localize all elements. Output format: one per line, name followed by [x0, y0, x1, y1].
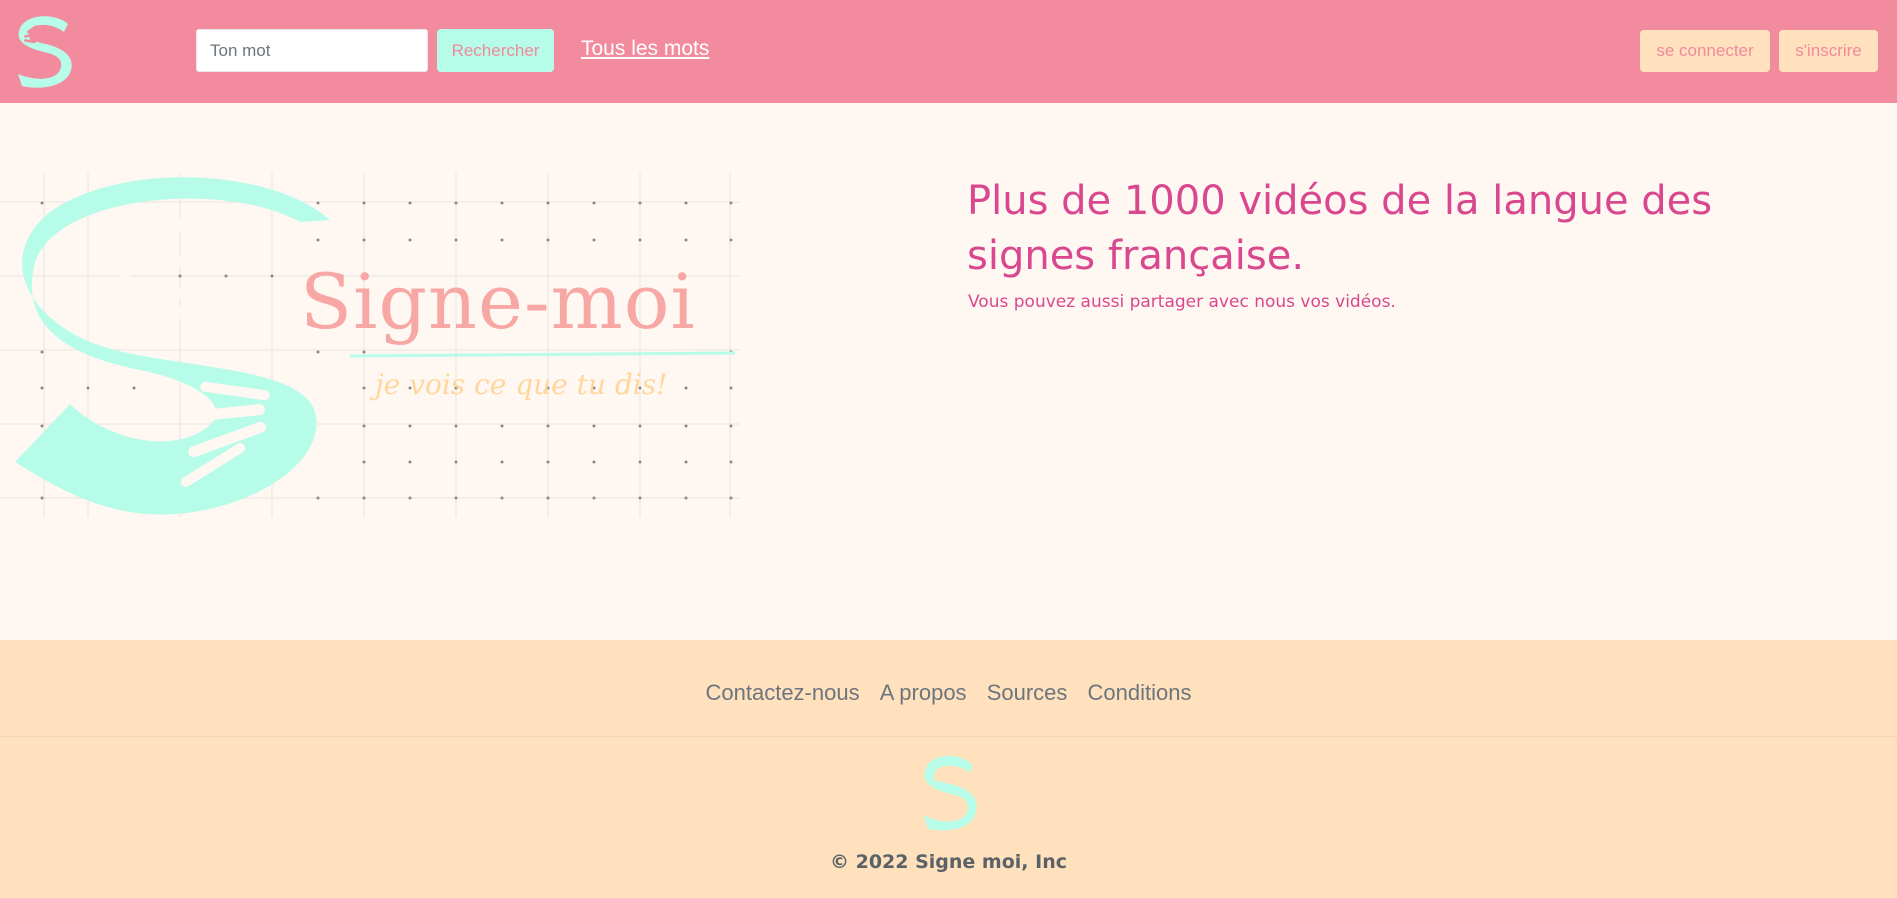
search-input[interactable] [196, 29, 428, 72]
login-button[interactable]: se connecter [1640, 30, 1770, 72]
hero-logo-tagline: je vois ce que tu dis! [369, 368, 667, 401]
footer-link-sources[interactable]: Sources [987, 680, 1068, 705]
footer-logo-icon [923, 755, 977, 831]
copyright-text: © 2022 Signe moi, Inc [830, 851, 1067, 873]
footer-nav: Contactez-nous A propos Sources Conditio… [0, 680, 1897, 706]
search-button[interactable]: Rechercher [437, 29, 554, 72]
hero-title: Plus de 1000 vidéos de la langue des sig… [967, 178, 1713, 279]
footer-divider [0, 736, 1897, 737]
footer-link-contact[interactable]: Contactez-nous [706, 680, 860, 705]
hero-logo-image: Signe-moi je vois ce que tu dis! [0, 172, 740, 517]
brand-logo-icon[interactable] [14, 14, 74, 88]
footer: Contactez-nous A propos Sources Conditio… [0, 640, 1897, 898]
hero-logo-wordmark: Signe-moi [300, 257, 696, 346]
signup-button[interactable]: s'inscrire [1779, 30, 1878, 72]
hero-subtitle: Vous pouvez aussi partager avec nous vos… [968, 292, 1396, 312]
footer-link-about[interactable]: A propos [880, 680, 967, 705]
footer-link-terms[interactable]: Conditions [1088, 680, 1192, 705]
all-words-link[interactable]: Tous les mots [581, 37, 709, 61]
top-navbar: Rechercher Tous les mots se connecter s'… [0, 0, 1897, 103]
